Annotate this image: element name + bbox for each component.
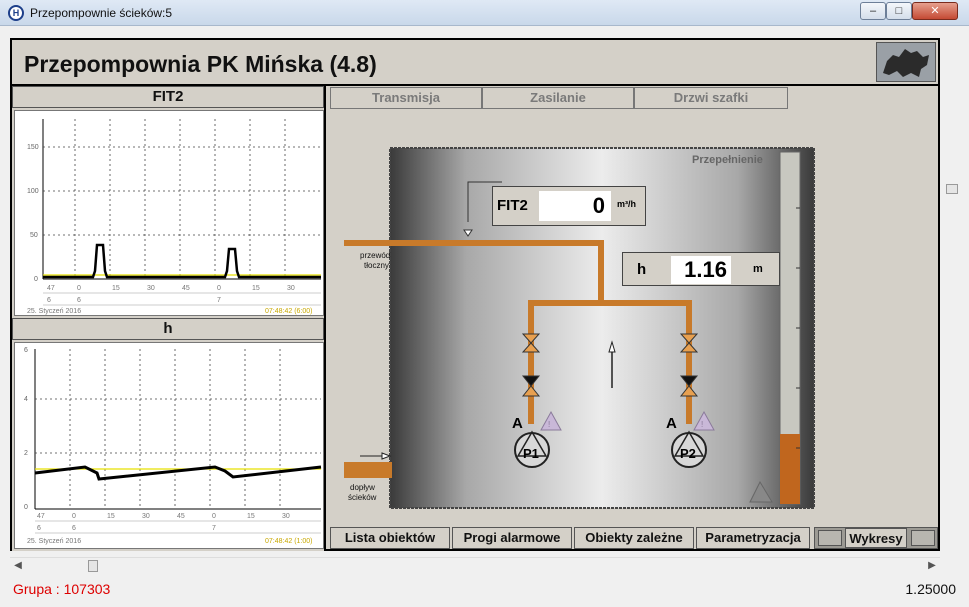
close-button[interactable]: ✕	[912, 2, 958, 20]
parametrization-button[interactable]: Parametryzacja	[696, 527, 810, 549]
h-value: 1.16	[671, 256, 731, 284]
h-xtick: 30	[282, 513, 290, 520]
h-ytick: 2	[24, 450, 28, 457]
pressure-pipe	[344, 240, 602, 246]
minimize-button[interactable]: –	[860, 2, 886, 20]
main-frame: Przepompownia PK Mińska (4.8) FIT2 150 1…	[10, 38, 940, 551]
fit2-xtick: 0	[77, 285, 81, 292]
alarm-thresholds-button[interactable]: Progi alarmowe	[452, 527, 572, 549]
h-xtick: 6	[37, 525, 41, 532]
fit2-panel[interactable]: FIT2 0 m³/h	[492, 186, 646, 226]
window-title: Przepompownie ścieków:5	[30, 6, 173, 20]
pressure-pipe-label-2: tłoczny	[364, 261, 389, 270]
pump-p1-label: P1	[523, 446, 539, 461]
svg-text:!: !	[701, 420, 703, 429]
charts-left-toggle[interactable]	[818, 530, 842, 546]
fit2-value: 0	[539, 191, 611, 221]
fit2-ytick: 100	[27, 188, 39, 195]
pump-p2[interactable]: P2	[671, 430, 707, 468]
pump-p2-mode: A	[666, 415, 677, 432]
fit2-xtick: 7	[217, 297, 221, 304]
chart-h-title: h	[12, 318, 324, 340]
h-xtick: 47	[37, 513, 45, 520]
pump-p1-mode: A	[512, 415, 523, 432]
horizontal-scrollbar[interactable]: ◀ ▶	[10, 557, 940, 573]
fit2-trace	[43, 243, 321, 279]
fit2-ytick: 150	[27, 144, 39, 151]
fit2-xtick: 6	[77, 297, 81, 304]
svg-text:!: !	[548, 420, 550, 429]
charts-button[interactable]: Wykresy	[845, 528, 907, 548]
h-xtick: 6	[72, 525, 76, 532]
charts-panel: FIT2 150 100 50 0 47 0 15 30 45 0 15 30 …	[12, 86, 326, 551]
fit2-xtick: 15	[252, 285, 260, 292]
chart-h[interactable]: 6 4 2 0 47 0 15 30 45 0 15 30 6 6 7 25. …	[14, 342, 324, 549]
chart-fit2-title: FIT2	[12, 86, 324, 108]
pump-p1[interactable]: P1	[514, 430, 550, 468]
dependent-objects-button[interactable]: Obiekty zależne	[574, 527, 694, 549]
h-ytick: 0	[24, 504, 28, 511]
h-label: h	[637, 261, 647, 278]
fit2-xtick: 30	[147, 285, 155, 292]
scroll-left-icon[interactable]: ◀	[12, 560, 24, 572]
vertical-scrollbar[interactable]	[944, 38, 960, 551]
h-panel[interactable]: h 1.16 m	[622, 252, 780, 286]
chart-fit2[interactable]: 150 100 50 0 47 0 15 30 45 0 15 30 6 6 7…	[14, 110, 324, 316]
process-scene: Przepełnienie przewód tłoczny P1 A ! P2 …	[330, 112, 936, 524]
h-xtick: 0	[212, 513, 216, 520]
vertical-scroll-thumb[interactable]	[946, 184, 958, 194]
pressure-pipe-label-1: przewód	[360, 251, 390, 260]
inflow-label-2: ścieków	[348, 493, 377, 502]
tab-transmisja[interactable]: Transmisja	[330, 87, 482, 109]
h-xtick: 45	[177, 513, 185, 520]
fit2-xtick: 15	[112, 285, 120, 292]
h-date: 25. Styczeń 2016	[27, 538, 81, 545]
tab-zasilanie[interactable]: Zasilanie	[482, 87, 634, 109]
h-ytick: 4	[24, 396, 28, 403]
charts-right-toggle[interactable]	[911, 530, 935, 546]
fit2-time: 07:48:42 (6:00)	[265, 308, 312, 315]
horizontal-scroll-thumb[interactable]	[88, 560, 98, 572]
h-xtick: 30	[142, 513, 150, 520]
fit2-date: 25. Styczeń 2016	[27, 308, 81, 315]
h-unit: m	[753, 263, 763, 275]
h-xtick: 15	[107, 513, 115, 520]
h-time: 07:48:42 (1:00)	[265, 538, 312, 545]
page-title: Przepompownia PK Mińska (4.8)	[24, 51, 377, 77]
h-xtick: 15	[247, 513, 255, 520]
version-status: 1.25000	[905, 581, 956, 597]
inflow-pipe	[344, 462, 392, 478]
objects-list-button[interactable]: Lista obiektów	[330, 527, 450, 549]
charts-button-group: Wykresy	[814, 527, 938, 549]
fit2-label: FIT2	[497, 197, 528, 214]
fit2-xtick: 45	[182, 285, 190, 292]
inflow-label-1: dopływ	[350, 483, 375, 492]
h-ytick: 6	[24, 347, 28, 354]
fit2-ytick: 50	[30, 232, 38, 239]
logo	[876, 42, 936, 82]
header: Przepompownia PK Mińska (4.8)	[12, 40, 938, 86]
fit2-ytick: 0	[34, 276, 38, 283]
fit2-xtick: 47	[47, 285, 55, 292]
fit2-xtick: 30	[287, 285, 295, 292]
h-xtick: 7	[212, 525, 216, 532]
scroll-right-icon[interactable]: ▶	[926, 560, 938, 572]
h-xtick: 0	[72, 513, 76, 520]
level-bar-fill	[780, 434, 800, 504]
fit2-xtick: 6	[47, 297, 51, 304]
tab-drzwi-szafki[interactable]: Drzwi szafki	[634, 87, 788, 109]
fit2-unit: m³/h	[617, 199, 636, 209]
pump-p2-label: P2	[680, 446, 696, 461]
fit2-xtick: 0	[217, 285, 221, 292]
maximize-button[interactable]: □	[886, 2, 912, 20]
window-titlebar: H Przepompownie ścieków:5 – □ ✕	[0, 0, 969, 26]
overflow-label: Przepełnienie	[692, 154, 763, 166]
group-status: Grupa : 107303	[13, 581, 111, 597]
app-icon: H	[8, 5, 24, 21]
